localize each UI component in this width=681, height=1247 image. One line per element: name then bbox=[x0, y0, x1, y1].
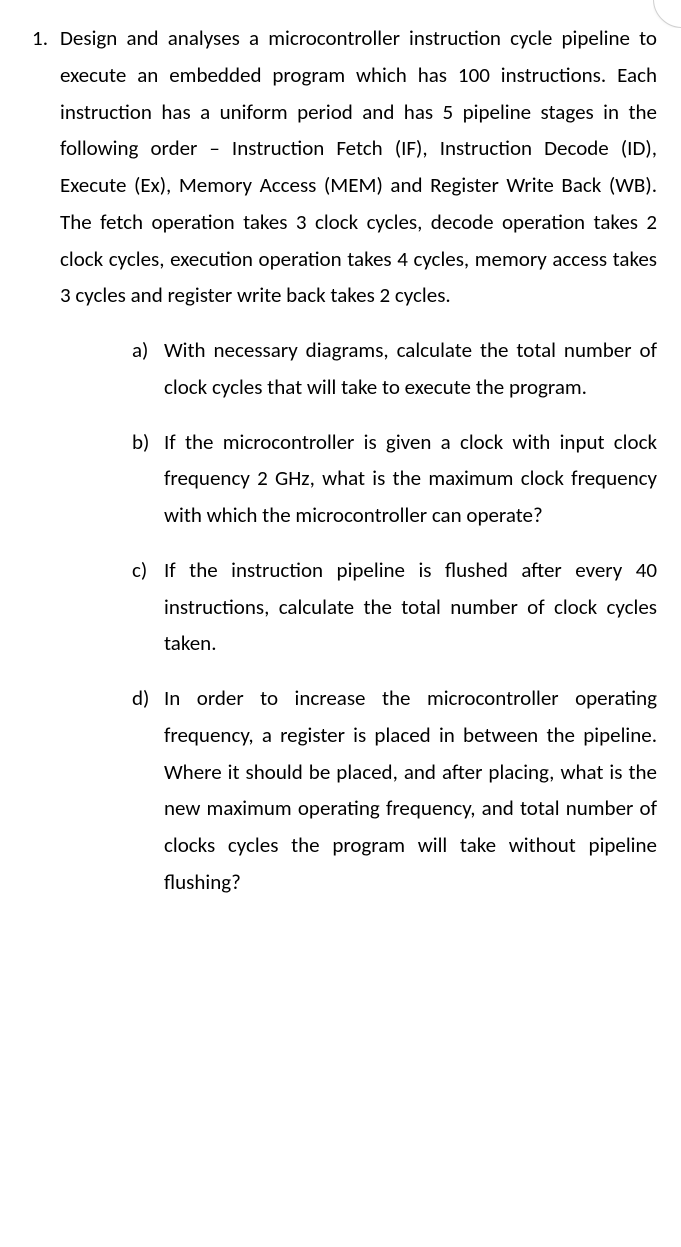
subpart-label: d) bbox=[132, 680, 164, 717]
subpart-text: With necessary diagrams, calculate the t… bbox=[164, 332, 657, 406]
subpart-a: a) With necessary diagrams, calculate th… bbox=[132, 332, 657, 406]
subpart-text: In order to increase the microcontroller… bbox=[164, 680, 657, 901]
subpart-label: b) bbox=[132, 424, 164, 461]
subpart-c: c) If the instruction pipeline is flushe… bbox=[132, 552, 657, 662]
question-number: 1. bbox=[20, 20, 60, 57]
question-stem: Design and analyses a microcontroller in… bbox=[60, 20, 657, 314]
subpart-text: If the instruction pipeline is flushed a… bbox=[164, 552, 657, 662]
subpart-d: d) In order to increase the microcontrol… bbox=[132, 680, 657, 901]
subparts-list: a) With necessary diagrams, calculate th… bbox=[60, 332, 657, 901]
page-corner-decoration bbox=[653, 0, 681, 28]
subpart-label: a) bbox=[132, 332, 164, 369]
subpart-label: c) bbox=[132, 552, 164, 589]
question-container: 1. Design and analyses a microcontroller… bbox=[20, 20, 657, 901]
subpart-b: b) If the microcontroller is given a clo… bbox=[132, 424, 657, 534]
subpart-text: If the microcontroller is given a clock … bbox=[164, 424, 657, 534]
question-content: Design and analyses a microcontroller in… bbox=[60, 20, 657, 901]
